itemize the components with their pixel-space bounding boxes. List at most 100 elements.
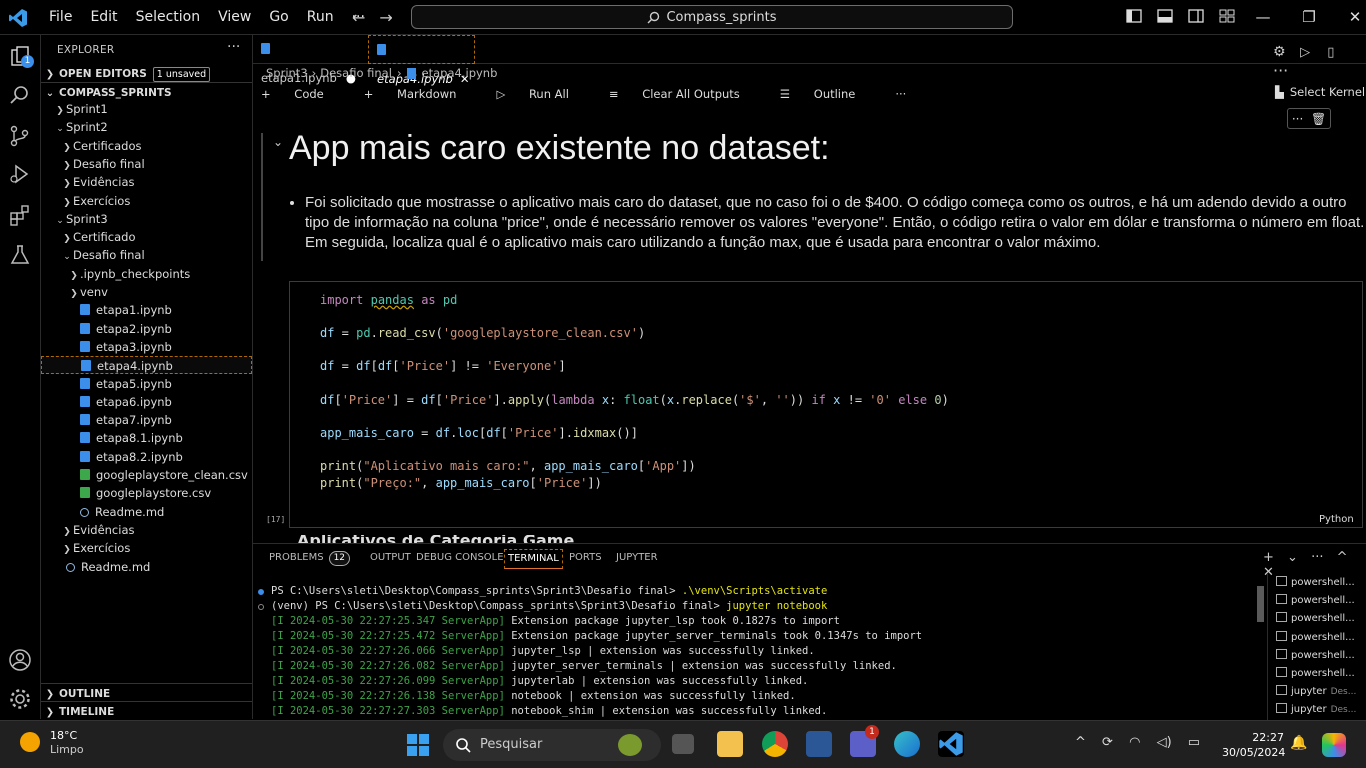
tree-folder[interactable]: ⌄ Sprint2 — [41, 118, 252, 136]
forward-arrow-icon[interactable]: → — [379, 8, 392, 27]
new-terminal-icon[interactable]: + — [1263, 550, 1274, 565]
code-editor[interactable]: import pandas as pd df = pd.read_csv('go… — [320, 292, 949, 491]
breadcrumb-sprint3[interactable]: Sprint3 — [266, 66, 308, 80]
menu-view[interactable]: View — [209, 0, 260, 35]
chevron-down-icon[interactable]: ⌄ — [1287, 550, 1298, 565]
copilot-icon[interactable] — [1322, 733, 1346, 757]
terminal-instance[interactable]: powershell... — [1268, 629, 1366, 647]
cell-more-icon[interactable]: ··· — [1292, 112, 1303, 126]
tree-folder[interactable]: ❯ .ipynb_checkpoints — [41, 265, 252, 283]
file-explorer-icon[interactable] — [717, 731, 743, 757]
toggle-secondary-sidebar-icon[interactable] — [1188, 8, 1204, 24]
windows-start-icon[interactable] — [406, 733, 430, 757]
settings-gear-icon[interactable] — [8, 687, 32, 711]
breadcrumb-desafio[interactable]: Desafio final — [320, 66, 392, 80]
customize-layout-icon[interactable] — [1219, 8, 1235, 24]
command-center-search[interactable]: Compass_sprints — [411, 5, 1013, 29]
tree-file[interactable]: etapa4.ipynb — [41, 356, 252, 375]
add-code-button[interactable]: + Code — [261, 87, 344, 101]
menu-selection[interactable]: Selection — [127, 0, 210, 35]
account-icon[interactable] — [8, 648, 32, 672]
chevron-up-icon[interactable]: ^ — [1075, 735, 1086, 750]
menu-run[interactable]: Run — [298, 0, 343, 35]
clear-outputs-button[interactable]: ≡ Clear All Outputs — [609, 87, 760, 101]
clock[interactable]: 22:27 30/05/2024 — [1222, 730, 1285, 760]
chrome-icon[interactable] — [762, 731, 788, 757]
terminal-instance[interactable]: powershell... — [1268, 592, 1366, 610]
taskbar-search[interactable]: Pesquisar — [443, 729, 661, 761]
minimize-button[interactable]: — — [1240, 0, 1286, 35]
gear-icon[interactable]: ⚙ — [1273, 44, 1289, 60]
toggle-panel-icon[interactable] — [1157, 8, 1173, 24]
tree-folder[interactable]: ❯ Evidências — [41, 173, 252, 191]
teams-icon[interactable]: 1 — [850, 725, 879, 757]
tree-file[interactable]: etapa7.ipynb — [41, 411, 252, 429]
menu-edit[interactable]: Edit — [81, 0, 126, 35]
explorer-icon[interactable]: 1 — [8, 45, 34, 69]
vscode-taskbar-icon[interactable] — [938, 731, 964, 757]
battery-icon[interactable]: ▭ — [1188, 735, 1200, 750]
tree-file[interactable]: etapa3.ipynb — [41, 338, 252, 356]
tab-ports[interactable]: PORTS — [569, 549, 602, 567]
outline-button[interactable]: ☰ Outline — [780, 87, 876, 101]
source-control-icon[interactable] — [8, 124, 32, 148]
run-debug-icon[interactable] — [8, 162, 32, 186]
notification-bell-icon[interactable]: 🔔 — [1290, 735, 1307, 751]
tree-folder[interactable]: ❯ Desafio final — [41, 155, 252, 173]
restore-button[interactable]: ❐ — [1286, 0, 1332, 35]
open-editors-section[interactable]: ❯ OPEN EDITORS 1 unsaved — [41, 64, 252, 84]
tree-file[interactable]: googleplaystore.csv — [41, 484, 252, 502]
run-icon[interactable]: ▷ — [1300, 45, 1316, 61]
testing-flask-icon[interactable] — [8, 243, 32, 267]
close-window-button[interactable]: ✕ — [1332, 0, 1366, 35]
terminal-instance[interactable]: powershell... — [1268, 647, 1366, 665]
tree-file[interactable]: etapa8.1.ipynb — [41, 429, 252, 447]
explorer-more-button[interactable]: ··· — [227, 39, 240, 55]
tree-folder[interactable]: ❯ Certificado — [41, 228, 252, 246]
workspace-section[interactable]: ⌄ COMPASS_SPRINTS — [41, 82, 252, 102]
tree-file[interactable]: etapa2.ipynb — [41, 320, 252, 338]
terminal-instance[interactable]: jupyter Des... — [1268, 701, 1366, 719]
collapse-chevron-icon[interactable]: ⌄ — [273, 135, 283, 149]
menu-file[interactable]: File — [40, 0, 81, 35]
tab-output[interactable]: OUTPUT — [370, 549, 411, 567]
tree-folder[interactable]: ❯ Exercícios — [41, 192, 252, 210]
tab-debug-console[interactable]: DEBUG CONSOLE — [416, 549, 504, 567]
tree-file[interactable]: etapa5.ipynb — [41, 375, 252, 393]
outline-section[interactable]: ❯ OUTLINE — [41, 683, 252, 703]
tab-etapa4[interactable]: etapa4.ipynb ✕ — [368, 35, 475, 86]
tab-jupyter[interactable]: JUPYTER — [616, 549, 658, 567]
word-icon[interactable] — [806, 731, 832, 757]
split-editor-icon[interactable]: ▯ — [1327, 45, 1343, 61]
tab-terminal[interactable]: TERMINAL — [504, 549, 563, 569]
toggle-sidebar-icon[interactable] — [1126, 8, 1142, 24]
markdown-cell[interactable]: ⌄ App mais caro existente no dataset: Fo… — [261, 129, 1364, 263]
code-cell[interactable]: import pandas as pd df = pd.read_csv('go… — [289, 281, 1363, 528]
menu-go[interactable]: Go — [260, 0, 297, 35]
wifi-icon[interactable]: ◠ — [1129, 735, 1140, 750]
terminal-scrollbar[interactable] — [1257, 586, 1264, 622]
terminal-instance[interactable]: jupyter Des... — [1268, 683, 1366, 701]
tree-folder[interactable]: ❯ Evidências — [41, 521, 252, 539]
tab-etapa1[interactable]: etapa1.ipynb ● — [253, 35, 367, 85]
command-decoration-icon[interactable] — [258, 589, 264, 595]
cell-language[interactable]: Python — [1319, 514, 1354, 525]
tree-file[interactable]: etapa1.ipynb — [41, 301, 252, 319]
tree-folder[interactable]: ⌄ Desafio final — [41, 246, 252, 264]
tab-problems[interactable]: PROBLEMS 12 — [269, 549, 351, 567]
edge-icon[interactable] — [894, 731, 920, 757]
delete-cell-icon[interactable]: 🗑 — [1311, 112, 1326, 126]
tree-folder[interactable]: ❯ Certificados — [41, 137, 252, 155]
select-kernel-button[interactable]: ▙ Select Kernel — [1275, 85, 1365, 99]
volume-icon[interactable]: ◁) — [1157, 735, 1172, 750]
task-view-icon[interactable] — [672, 734, 694, 754]
terminal-output[interactable]: PS C:\Users\sleti\Desktop\Compass_sprint… — [253, 584, 1259, 720]
command-decoration-icon[interactable] — [258, 604, 264, 610]
tree-folder[interactable]: ⌄ Sprint3 — [41, 210, 252, 228]
breadcrumb-file[interactable]: etapa4.ipynb — [422, 66, 498, 80]
terminal-instance[interactable]: powershell... — [1268, 665, 1366, 683]
maximize-panel-icon[interactable]: ^ — [1337, 550, 1348, 565]
tree-folder[interactable]: ❯ venv — [41, 283, 252, 301]
add-markdown-button[interactable]: + Markdown — [364, 87, 477, 101]
tree-file[interactable]: Readme.md — [41, 558, 252, 576]
